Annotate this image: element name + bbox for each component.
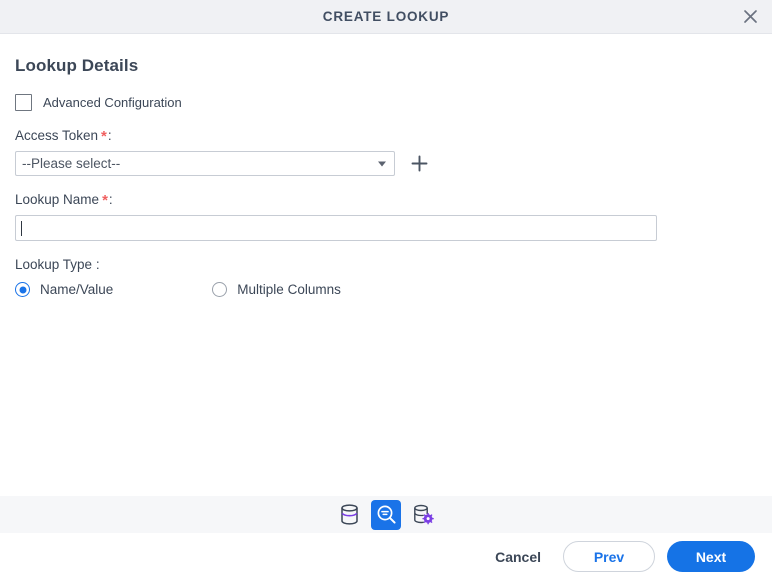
chevron-down-icon [378,161,386,166]
lookup-type-label: Lookup Type : [15,257,100,272]
lookup-name-label-text: Lookup Name [15,192,100,207]
step-icon-band [0,496,772,533]
access-token-select[interactable]: --Please select-- [15,151,395,176]
access-token-selected-value: --Please select-- [22,156,121,171]
access-token-row: --Please select-- [15,151,757,176]
create-lookup-dialog: CREATE LOOKUP Lookup Details Advanced Co… [0,0,772,580]
access-token-label-text: Access Token [15,128,99,143]
close-icon[interactable] [737,4,763,30]
lookup-name-colon: : [108,192,113,207]
dialog-titlebar: CREATE LOOKUP [0,0,772,34]
text-caret [21,220,22,236]
advanced-configuration-row[interactable]: Advanced Configuration [15,92,757,112]
advanced-configuration-checkbox[interactable] [15,93,32,111]
cancel-button[interactable]: Cancel [485,543,551,571]
dialog-title: CREATE LOOKUP [322,9,450,24]
database-icon[interactable] [334,500,364,530]
required-marker: * [102,192,108,209]
database-settings-icon[interactable] [408,500,438,530]
prev-button[interactable]: Prev [563,541,655,572]
lookup-name-label: Lookup Name *: [15,191,757,208]
plus-icon[interactable] [408,153,430,175]
radio-name-value-label: Name/Value [40,282,114,297]
access-token-colon: : [107,128,112,143]
radio-name-value[interactable]: Name/Value [15,282,113,297]
radio-name-value-circle[interactable] [15,282,30,297]
radio-multiple-columns[interactable]: Multiple Columns [212,282,341,297]
required-marker: * [101,128,107,145]
next-button[interactable]: Next [667,541,755,572]
dialog-body: Lookup Details Advanced Configuration Ac… [0,34,772,496]
advanced-configuration-label: Advanced Configuration [43,94,182,110]
dialog-footer: Cancel Prev Next [0,533,772,580]
radio-multiple-columns-label: Multiple Columns [237,282,341,297]
radio-multiple-columns-circle[interactable] [212,282,228,297]
page-title: Lookup Details [15,56,139,75]
access-token-label: Access Token *: [15,127,757,144]
database-search-icon[interactable] [371,499,401,530]
lookup-name-input[interactable] [15,215,657,241]
lookup-type-radio-group: Name/Value Multiple Columns [15,282,757,297]
